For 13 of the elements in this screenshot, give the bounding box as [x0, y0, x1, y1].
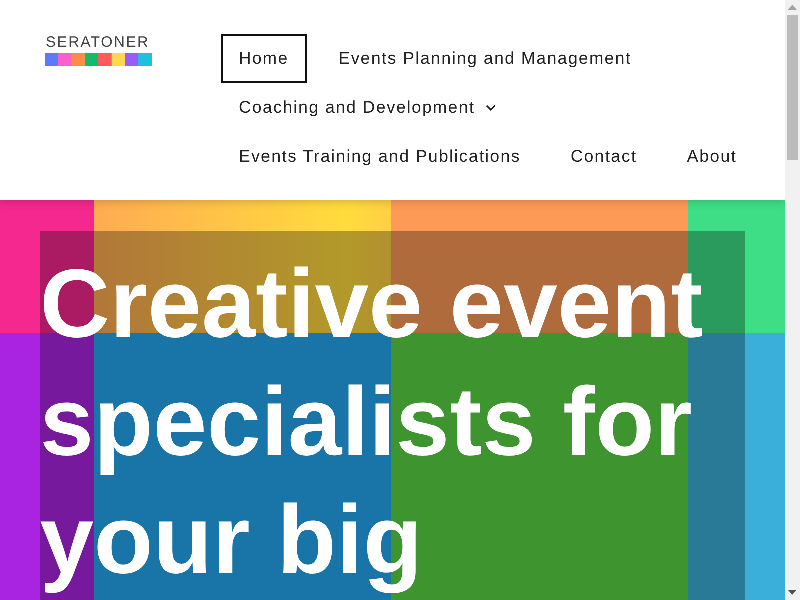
scroll-down-icon[interactable] — [788, 590, 797, 595]
nav-link[interactable]: About — [669, 132, 756, 181]
nav-link[interactable]: Events Training and Publications — [221, 132, 539, 181]
scroll-up-icon[interactable] — [788, 5, 797, 10]
nav-link[interactable]: Contact — [552, 132, 656, 181]
color-squares-icon — [45, 53, 152, 66]
chevron-down-icon[interactable] — [486, 104, 496, 110]
nav-link[interactable]: Home — [221, 34, 307, 83]
nav-link[interactable]: Coaching and Development — [221, 83, 514, 132]
nav-link[interactable]: Events Planning and Management — [320, 34, 650, 83]
scrollbar[interactable] — [785, 0, 800, 600]
logo[interactable]: SERATONER — [45, 35, 152, 66]
scrollbar-thumb[interactable] — [787, 15, 798, 160]
